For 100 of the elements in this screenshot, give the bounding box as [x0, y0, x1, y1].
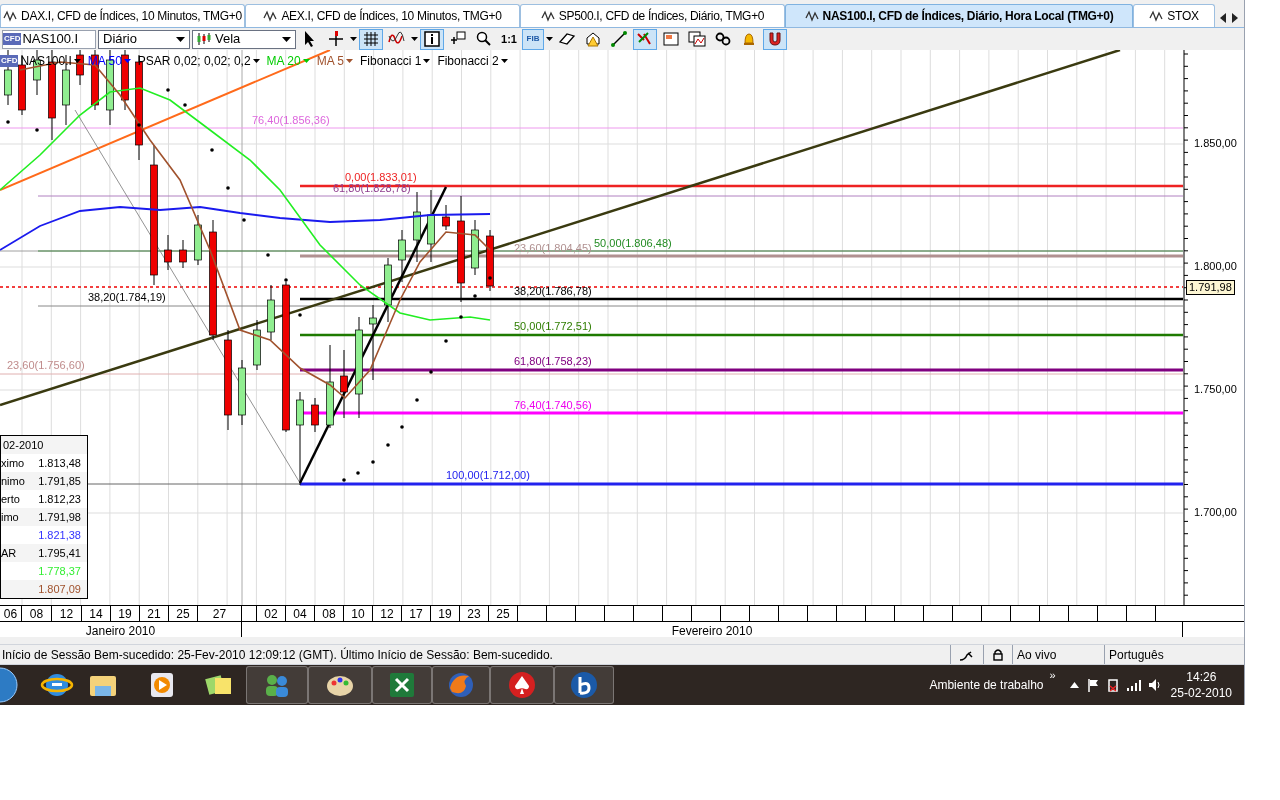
signal-icon[interactable] — [1126, 679, 1141, 691]
candle — [194, 214, 202, 266]
crosshair-icon — [327, 30, 345, 48]
chart-windows-icon — [688, 30, 706, 48]
info-label: AR — [1, 545, 17, 561]
date-label: 02 — [257, 606, 286, 621]
date-label: 14 — [82, 606, 111, 621]
date-label: 27 — [198, 606, 242, 621]
chart-tab[interactable]: AEX.I, CFD de Índices, 10 Minutos, TMG+0 — [245, 4, 520, 27]
taskbar-app-button[interactable] — [490, 666, 554, 704]
language-status: Português — [1104, 645, 1244, 664]
taskbar-app-button[interactable] — [554, 666, 614, 704]
zoom-icon — [475, 30, 493, 48]
toolbar-button[interactable] — [420, 28, 444, 50]
candle — [340, 349, 348, 419]
info-value: 1.807,09 — [38, 581, 81, 597]
candles-icon — [197, 33, 211, 45]
wave-icon — [540, 10, 555, 22]
grid-icon — [362, 30, 380, 48]
taskbar-app-button[interactable] — [372, 666, 432, 704]
candle — [413, 191, 421, 263]
info-value: 1.813,48 — [38, 455, 81, 471]
date-label: 04 — [286, 606, 315, 621]
period-dropdown[interactable]: Diário — [98, 29, 190, 49]
date-label: 23 — [460, 606, 489, 621]
chart-tab[interactable]: NAS100.I, CFD de Índices, Diário, Hora Local (TMG+0) — [785, 4, 1133, 27]
picture-icon — [662, 30, 680, 48]
dropdown-caret-icon[interactable] — [252, 59, 260, 63]
indicator-label[interactable]: MA 5 — [316, 52, 344, 70]
volume-icon[interactable] — [1148, 679, 1161, 691]
fibonacci-button[interactable]: FIB — [522, 28, 544, 50]
dropdown-caret-icon — [282, 36, 291, 42]
dropdown-caret-icon[interactable] — [123, 59, 131, 63]
dropdown-caret-icon[interactable] — [73, 59, 81, 63]
info-value: 1.791,85 — [38, 473, 81, 489]
candle — [471, 219, 479, 276]
date-label: 10 — [344, 606, 373, 621]
fibonacci-label: 38,20(1.786,78) — [514, 286, 592, 297]
indicator-label[interactable]: PSAR 0,02; 0,02; 0,2 — [137, 52, 251, 70]
indicator-label[interactable]: Fibonacci 2 — [437, 52, 499, 70]
fibonacci-label: 38,20(1.784,19) — [88, 292, 166, 303]
dropdown-caret-icon[interactable] — [500, 59, 508, 63]
info-value: 1.821,38 — [38, 527, 81, 543]
date-label: 19 — [431, 606, 460, 621]
wave-icon — [263, 10, 278, 22]
date-label: 12 — [52, 606, 82, 621]
scroll-right-icon[interactable] — [1231, 13, 1239, 23]
candle — [486, 229, 494, 292]
chart-tab[interactable]: STOX — [1133, 4, 1215, 27]
toolbar-overflow-button[interactable]: » — [1049, 667, 1056, 684]
desktop-toolbar-label: Ambiente de trabalho — [929, 677, 1044, 694]
lock-icon — [992, 648, 1004, 661]
flag-icon[interactable] — [1086, 678, 1099, 692]
chain-icon — [714, 30, 732, 48]
battery-icon[interactable] — [1106, 678, 1119, 692]
scroll-left-icon[interactable] — [1219, 13, 1227, 23]
dropdown-caret-icon[interactable] — [546, 37, 553, 41]
status-message: Início de Sessão Bem-sucedido: 25-Fev-2010 12:09:12 (GMT). Último Início de Sessão: Bem-sucedido. — [1, 646, 554, 664]
chart-tab[interactable]: SP500.I, CFD de Índices, Diário, TMG+0 — [520, 4, 785, 27]
last-price-tag: 1.791,98 — [1186, 280, 1235, 295]
candle — [121, 50, 129, 111]
toolbar-button[interactable] — [359, 28, 383, 50]
eraser-icon — [558, 30, 576, 48]
fibonacci-label: 61,80(1.758,23) — [514, 356, 592, 367]
date-label: 25 — [489, 606, 518, 621]
info-label: erto — [1, 491, 20, 507]
taskbar-app-button[interactable] — [308, 666, 372, 704]
indicator-label[interactable]: Fibonacci 1 — [360, 52, 422, 70]
toolbar-button[interactable] — [685, 28, 709, 50]
candle — [164, 234, 172, 271]
zoom-ratio-button[interactable]: 1:1 — [498, 28, 520, 50]
info-panel-date: 02-2010 — [1, 436, 87, 454]
show-hidden-icons-icon[interactable] — [1069, 682, 1079, 688]
dropdown-caret-icon[interactable] — [423, 59, 431, 63]
date-label: 25 — [169, 606, 198, 621]
candle — [238, 359, 246, 426]
info-label: ximo — [1, 455, 25, 471]
info-value: 1.778,37 — [38, 563, 81, 579]
candle — [179, 239, 187, 269]
date-label: 17 — [402, 606, 431, 621]
plug-icon — [959, 648, 975, 661]
dropdown-caret-icon[interactable] — [350, 37, 357, 41]
clock[interactable]: 14:26 25-02-2010 — [1170, 669, 1232, 701]
candle — [311, 397, 319, 433]
price-label: 1.850,00 — [1194, 138, 1237, 149]
date-label: 12 — [373, 606, 402, 621]
chart-tab[interactable]: DAX.I, CFD de Índices, 10 Minutos, TMG+0 — [0, 4, 245, 27]
toolbar-button[interactable] — [763, 28, 787, 50]
fibonacci-label: 50,00(1.772,51) — [514, 321, 592, 332]
fibonacci-label: 76,40(1.856,36) — [252, 115, 330, 126]
price-label: 1.700,00 — [1194, 507, 1237, 518]
chart-type-dropdown[interactable]: Vela — [192, 29, 296, 49]
dropdown-caret-icon[interactable] — [411, 37, 418, 41]
info-label: imo — [1, 509, 19, 525]
price-label: 1.800,00 — [1194, 261, 1237, 272]
magnet-icon — [766, 30, 784, 48]
cfd-badge: CFD — [3, 33, 22, 45]
candle — [267, 284, 275, 341]
warning-icon — [584, 30, 602, 48]
candle — [384, 257, 392, 323]
